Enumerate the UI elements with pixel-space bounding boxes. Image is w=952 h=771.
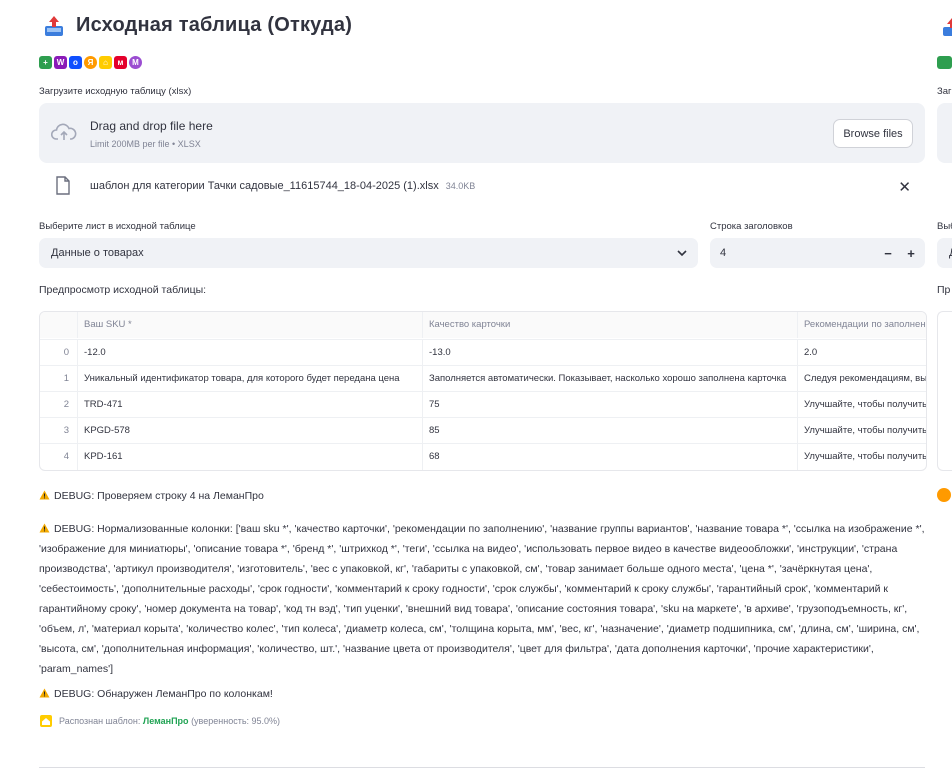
table-cell: KPGD-578	[78, 418, 423, 444]
sheet-select-value: Данные о товарах	[51, 247, 144, 259]
plus-icon	[937, 56, 952, 69]
table-cell: Улучшайте, чтобы получить	[804, 451, 926, 462]
table-row: 0 -12.0 -13.0 2.0	[40, 339, 926, 366]
marketplace-icons: + Wo Я ⌂ м M	[39, 56, 142, 69]
warning-icon	[39, 523, 50, 533]
table-cell: Уникальный идентификатор товара, для кот…	[78, 366, 423, 392]
sheet-select[interactable]: Данные о товарах	[39, 238, 698, 268]
dropzone-limit: Limit 200MB per file • XLSX	[90, 139, 201, 149]
yandex-icon	[937, 488, 951, 502]
row-index: 4	[40, 444, 78, 470]
table-cell: Улучшайте, чтобы получить	[804, 425, 926, 436]
file-size: 34.0KB	[445, 181, 476, 191]
browse-files-button[interactable]: Browse files	[833, 119, 913, 148]
warning-icon	[39, 490, 50, 500]
table-cell: Заполняется автоматически. Показывает, н…	[423, 366, 798, 392]
row-index: 3	[40, 418, 78, 444]
preview-table[interactable]: Ваш SKU * Качество карточки Рекомендации п…	[39, 311, 927, 471]
right-sheet-label: Выб	[937, 221, 952, 232]
uploaded-file: шаблон для категории Тачки садовые_11615…	[39, 170, 925, 204]
debug-text-3: DEBUG: Обнаружен ЛеманПро по колонкам!	[54, 688, 273, 700]
column-header[interactable]: Рекомендации по заполнению	[798, 312, 926, 338]
header: Исходная таблица (Откуда)	[44, 14, 352, 37]
table-row: 2 TRD-471 75 Улучшайте, чтобы получить	[40, 391, 926, 418]
inbox-tray-icon	[943, 18, 952, 36]
right-dropzone[interactable]	[937, 103, 952, 163]
w-icon: W	[54, 56, 67, 69]
detected-template: Распознан шаблон: ЛеманПро (уверенность:…	[39, 714, 280, 728]
yandex-icon: Я	[84, 56, 97, 69]
table-header-row: Ваш SKU * Качество карточки Рекомендации п…	[40, 312, 926, 338]
column-header	[40, 312, 78, 338]
right-preview-table[interactable]	[937, 311, 952, 471]
table-cell: TRD-471	[78, 392, 423, 418]
right-sheet-select[interactable]: Д	[937, 238, 952, 268]
detected-prefix: Распознан шаблон:	[59, 716, 141, 726]
ozon-icon: o	[69, 56, 82, 69]
plus-icon: +	[39, 56, 52, 69]
divider	[39, 767, 925, 768]
preview-label: Предпросмотр исходной таблицы:	[39, 284, 207, 296]
right-preview-label: Пр	[937, 284, 951, 296]
debug-text-2: DEBUG: Нормализованные колонки: ['ваш sk…	[39, 523, 925, 675]
remove-file-close-icon[interactable]: ✕	[898, 178, 911, 196]
detected-confidence: (уверенность: 95.0%)	[191, 716, 281, 726]
detected-template-name: ЛеманПро	[142, 716, 189, 726]
lemanpro-icon: ⌂	[99, 56, 112, 69]
table-cell: 2.0	[804, 347, 818, 358]
upload-label: Загрузите исходную таблицу (xlsx)	[39, 86, 192, 97]
table-cell: Следуя рекомендациям, вы	[804, 373, 926, 384]
file-icon	[56, 176, 70, 195]
debug-message-3: DEBUG: Обнаружен ЛеманПро по колонкам!	[39, 684, 925, 704]
table-cell: -13.0	[423, 340, 798, 366]
table-cell: 85	[423, 418, 798, 444]
increment-button[interactable]: +	[902, 244, 920, 262]
debug-message-2: DEBUG: Нормализованные колонки: ['ваш sk…	[39, 519, 925, 679]
right-upload-label: Заг	[937, 86, 952, 97]
row-index: 2	[40, 392, 78, 418]
dropzone-text: Drag and drop file here	[90, 119, 213, 133]
table-cell: KPD-161	[78, 444, 423, 470]
table-row: 1 Уникальный идентификатор товара, для ко…	[40, 365, 926, 392]
page-title: Исходная таблица (Откуда)	[76, 14, 353, 36]
column-header[interactable]: Ваш SKU *	[78, 312, 423, 338]
table-row: 3 KPGD-578 85 Улучшайте, чтобы получить	[40, 417, 926, 444]
table-row: 4 KPD-161 68 Улучшайте, чтобы получить	[40, 443, 926, 470]
table-cell: Улучшайте, чтобы получить	[804, 399, 926, 410]
file-name-wrap: шаблон для категории Тачки садовые_11615…	[90, 180, 475, 192]
row-index: 0	[40, 340, 78, 366]
debug-message-1: DEBUG: Проверяем строку 4 на ЛеманПро	[39, 486, 925, 506]
file-name: шаблон для категории Тачки садовые_11615…	[90, 180, 439, 192]
column-header[interactable]: Качество карточки	[423, 312, 798, 338]
house-icon	[40, 715, 52, 727]
megamarket-icon: M	[129, 56, 142, 69]
sheet-select-label: Выберите лист в исходной таблице	[39, 221, 196, 232]
inbox-tray-icon	[45, 15, 63, 36]
table-cell: 75	[423, 392, 798, 418]
mvideo-icon: м	[114, 56, 127, 69]
chevron-down-icon	[677, 250, 687, 257]
row-index: 1	[40, 366, 78, 392]
header-row-value[interactable]: 4	[720, 247, 726, 259]
warning-icon	[39, 688, 50, 698]
table-cell: -12.0	[78, 340, 423, 366]
decrement-button[interactable]: −	[879, 244, 897, 262]
file-dropzone[interactable]: Drag and drop file here Limit 200MB per …	[39, 103, 925, 163]
header-row-stepper[interactable]: 4 − +	[710, 238, 925, 268]
debug-text-1: DEBUG: Проверяем строку 4 на ЛеманПро	[54, 490, 264, 502]
cloud-upload-icon	[51, 123, 77, 140]
header-row-label: Строка заголовков	[710, 221, 793, 232]
table-cell: 68	[423, 444, 798, 470]
